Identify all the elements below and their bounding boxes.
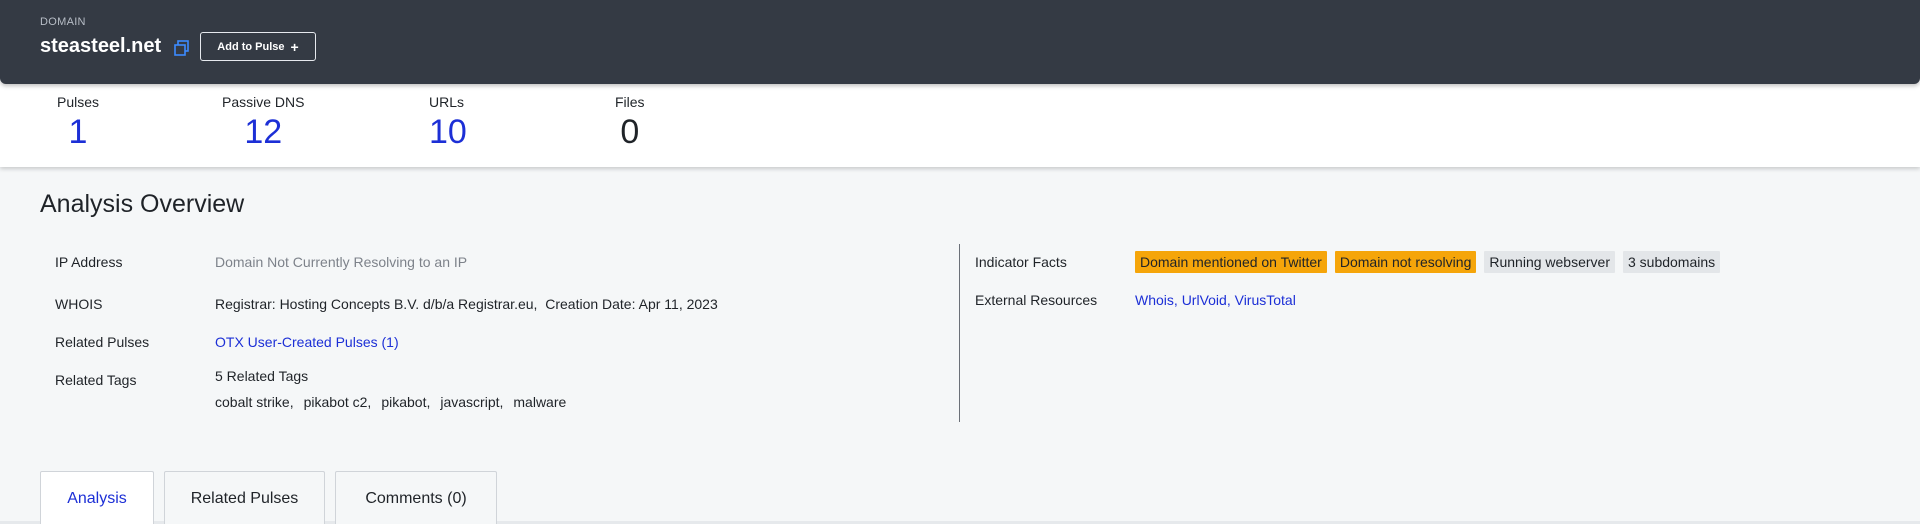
- tag-item[interactable]: pikabot,: [381, 394, 430, 410]
- fact-badge-webserver: Running webserver: [1484, 251, 1615, 273]
- stat-pulses-label: Pulses: [57, 94, 100, 110]
- related-tags-summary: 5 Related Tags: [215, 368, 309, 384]
- domain-title: steasteel.net: [40, 35, 162, 57]
- tag-item[interactable]: cobalt strike,: [215, 394, 294, 410]
- urlvoid-link[interactable]: UrlVoid,: [1182, 292, 1231, 308]
- ip-address-value: Domain Not Currently Resolving to an IP: [215, 254, 468, 270]
- external-resources-label: External Resources: [975, 292, 1098, 308]
- tag-item[interactable]: javascript,: [440, 394, 503, 410]
- stat-urls-label: URLs: [429, 94, 465, 110]
- whois-value: Registrar: Hosting Concepts B.V. d/b/a R…: [215, 296, 718, 312]
- domain-header: DOMAIN steasteel.net Add to Pulse +: [0, 0, 1920, 84]
- external-resources-links: Whois, UrlVoid, VirusTotal: [1135, 292, 1296, 308]
- fact-badge-not-resolving: Domain not resolving: [1334, 251, 1477, 273]
- add-to-pulse-button[interactable]: Add to Pulse +: [200, 32, 316, 61]
- virustotal-link[interactable]: VirusTotal: [1235, 292, 1296, 308]
- indicator-facts-badges: Domain mentioned on Twitter Domain not r…: [1135, 251, 1721, 273]
- fact-badge-subdomains: 3 subdomains: [1622, 251, 1721, 273]
- stat-pulses[interactable]: Pulses 1: [57, 94, 99, 152]
- ip-address-label: IP Address: [55, 254, 123, 270]
- indicator-type-label: DOMAIN: [40, 16, 86, 28]
- related-tags-list: cobalt strike, pikabot c2, pikabot, java…: [215, 394, 566, 410]
- fact-badge-twitter: Domain mentioned on Twitter: [1135, 251, 1327, 273]
- stats-bar: Pulses 1 Passive DNS 12 URLs 10 Files 0: [0, 74, 1920, 167]
- related-pulses-count: (1): [381, 334, 399, 350]
- related-pulses-link[interactable]: OTX User-Created Pulses (1): [215, 334, 399, 350]
- stat-passive-dns-label: Passive DNS: [222, 94, 305, 110]
- whois-link[interactable]: Whois,: [1135, 292, 1178, 308]
- plus-icon: +: [290, 38, 299, 55]
- tab-analysis[interactable]: Analysis: [40, 471, 154, 524]
- whois-label: WHOIS: [55, 296, 103, 312]
- indicator-facts-label: Indicator Facts: [975, 254, 1067, 270]
- stat-passive-dns[interactable]: Passive DNS 12: [222, 94, 304, 152]
- tag-item[interactable]: pikabot c2,: [304, 394, 372, 410]
- analysis-overview-title: Analysis Overview: [40, 190, 245, 218]
- tag-item[interactable]: malware: [513, 394, 566, 410]
- stat-files-label: Files: [615, 94, 645, 110]
- whois-registrar: Registrar: Hosting Concepts B.V. d/b/a R…: [215, 296, 538, 312]
- stat-urls-value: 10: [429, 113, 467, 151]
- add-to-pulse-label: Add to Pulse: [217, 40, 285, 53]
- copy-icon[interactable]: [173, 39, 191, 57]
- whois-creation-date: Creation Date: Apr 11, 2023: [545, 296, 718, 312]
- related-pulses-label: Related Pulses: [55, 334, 150, 350]
- column-divider: [959, 244, 960, 422]
- stat-files-value: 0: [620, 113, 640, 151]
- tab-comments[interactable]: Comments (0): [335, 471, 497, 524]
- stat-passive-dns-value: 12: [244, 113, 283, 151]
- related-pulses-link-text: OTX User-Created Pulses: [215, 334, 378, 350]
- tab-related-pulses[interactable]: Related Pulses: [164, 471, 325, 524]
- stat-files[interactable]: Files 0: [615, 94, 645, 152]
- related-tags-label: Related Tags: [55, 372, 137, 388]
- stat-pulses-value: 1: [68, 113, 88, 151]
- stat-urls[interactable]: URLs 10: [429, 94, 467, 152]
